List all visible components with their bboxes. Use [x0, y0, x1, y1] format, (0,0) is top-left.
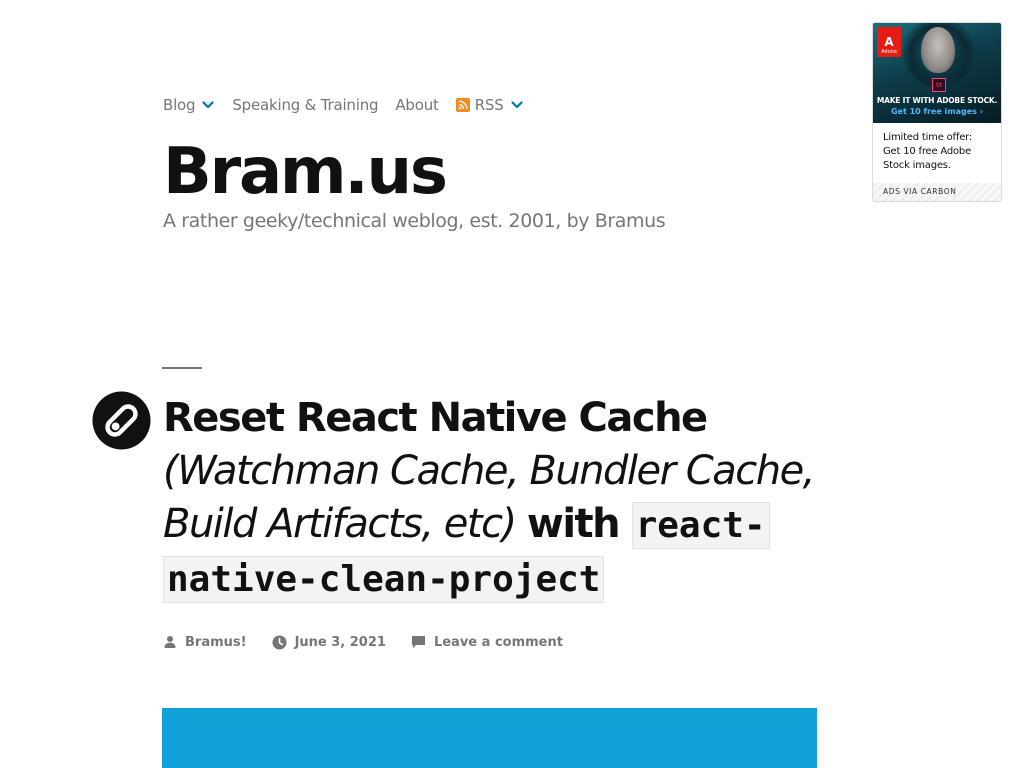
link-format-icon	[92, 391, 151, 450]
chevron-down-icon[interactable]	[510, 98, 524, 112]
site-title[interactable]: Bram.us	[163, 140, 448, 204]
nav-item-blog[interactable]: Blog	[163, 92, 215, 118]
post-comments-link: Leave a comment	[433, 634, 563, 650]
post-title[interactable]: Reset React Native Cache (Watchman Cache…	[163, 392, 873, 606]
primary-navigation: Blog Speaking & Training About RSS	[163, 92, 541, 118]
rss-icon	[455, 98, 470, 112]
chevron-down-icon[interactable]	[201, 98, 215, 112]
person-icon	[164, 636, 176, 648]
ad-text[interactable]: Limited time offer: Get 10 free Adobe St…	[873, 123, 1001, 181]
comment-icon	[411, 636, 425, 648]
site-description: A rather geeky/technical weblog, est. 20…	[163, 210, 666, 232]
ad-image-face	[921, 27, 955, 73]
adobe-logo-icon: A Adobe	[877, 27, 901, 57]
carbon-ad[interactable]: A Adobe St MAKE IT WITH ADOBE STOCK. Get…	[872, 22, 1002, 202]
nav-item-speaking-label: Speaking & Training	[232, 96, 379, 114]
post-title-with: with	[526, 501, 632, 547]
nav-item-speaking[interactable]: Speaking & Training	[232, 92, 378, 118]
post-date-value: June 3, 2021	[294, 634, 386, 650]
nav-item-rss-label: RSS	[474, 96, 504, 114]
post-date[interactable]: June 3, 2021	[272, 632, 386, 652]
nav-item-about[interactable]: About	[395, 92, 439, 118]
featured-image	[162, 708, 817, 768]
ad-brand: Adobe	[881, 49, 897, 55]
clock-icon	[272, 635, 287, 649]
nav-item-blog-label: Blog	[163, 96, 196, 114]
separator	[162, 367, 202, 369]
ad-headline: MAKE IT WITH ADOBE STOCK.	[876, 96, 998, 105]
ad-via-carbon[interactable]: ADS VIA CARBON	[873, 183, 1001, 201]
ad-cta[interactable]: Get 10 free images ›	[873, 107, 1001, 116]
post-author[interactable]: Bramus!	[163, 632, 247, 652]
post-comments[interactable]: Leave a comment	[411, 632, 563, 652]
adobe-stock-icon: St	[932, 78, 946, 92]
ad-image[interactable]: A Adobe St MAKE IT WITH ADOBE STOCK. Get…	[873, 23, 1001, 123]
nav-item-rss[interactable]: RSS	[455, 92, 524, 118]
post-title-main: Reset React Native Cache	[163, 395, 708, 441]
nav-item-about-label: About	[395, 96, 439, 114]
post-meta: Bramus! June 3, 2021 Leave a comment	[163, 632, 588, 652]
post-author-name: Bramus!	[185, 634, 247, 650]
